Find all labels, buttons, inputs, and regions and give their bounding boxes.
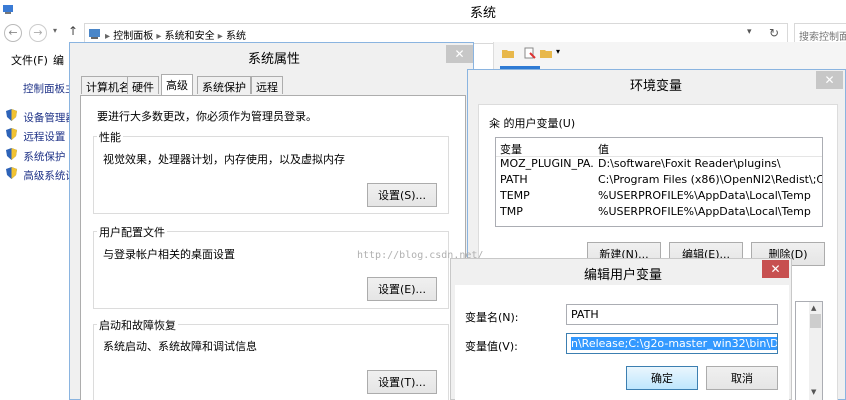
system-vars-list[interactable]: ▲ ▼ (795, 301, 823, 400)
control-panel-icon (89, 29, 100, 39)
shield-icon (6, 109, 17, 121)
shield-icon (6, 148, 17, 160)
startup-recovery-desc: 系统启动、系统故障和调试信息 (103, 340, 257, 353)
var-name: MOZ_PLUGIN_PA... (500, 157, 594, 170)
dialog-title: 环境变量 (630, 79, 683, 94)
ok-button[interactable]: 确定 (626, 366, 698, 390)
up-button[interactable]: ↑ (68, 24, 78, 38)
address-dropdown-icon[interactable]: ▾ (747, 27, 752, 37)
dialog-title: 系统属性 (248, 52, 301, 67)
user-vars-label: 籴 的用户变量(U) (489, 117, 576, 130)
var-name: TEMP (500, 189, 530, 202)
folder-icon (502, 50, 514, 58)
system-properties-dialog: 系统属性 ✕ 计算机名 硬件 高级 系统保护 远程 要进行大多数更改，你必须作为… (69, 42, 474, 400)
dialog-titlebar: 系统属性 ✕ (70, 43, 473, 69)
close-button[interactable]: ✕ (816, 71, 843, 89)
breadcrumb-sep-icon: ▸ (105, 31, 114, 42)
table-row[interactable]: TMP %USERPROFILE%\AppData\Local\Temp (496, 204, 822, 220)
table-row[interactable]: MOZ_PLUGIN_PA... D:\software\Foxit Reade… (496, 156, 822, 172)
table-row[interactable]: TEMP %USERPROFILE%\AppData\Local\Temp (496, 188, 822, 204)
admin-note: 要进行大多数更改，你必须作为管理员登录。 (97, 110, 317, 123)
tab-remote[interactable]: 远程 (251, 76, 283, 94)
breadcrumb-item[interactable]: 控制面板 (113, 31, 153, 42)
background-window: ▾ (493, 42, 846, 72)
tab-system-protection[interactable]: 系统保护 (197, 76, 251, 94)
scroll-up-icon[interactable]: ▲ (811, 304, 816, 312)
close-button[interactable]: ✕ (446, 45, 473, 63)
tab-hardware[interactable]: 硬件 (127, 76, 159, 94)
app-icon (3, 5, 13, 14)
breadcrumb-item[interactable]: 系统 (226, 31, 246, 42)
refresh-icon[interactable]: ↻ (769, 26, 779, 40)
var-value: D:\software\Foxit Reader\plugins\ (598, 157, 781, 170)
var-value: C:\Program Files (x86)\OpenNI2\Redist\;C… (598, 173, 822, 186)
breadcrumb-item[interactable]: 系统和安全 (165, 31, 215, 42)
table-row[interactable]: PATH C:\Program Files (x86)\OpenNI2\Redi… (496, 172, 822, 188)
var-name: PATH (500, 173, 528, 186)
dialog-titlebar: 编辑用户变量 ✕ (451, 259, 791, 285)
var-value: %USERPROFILE%\AppData\Local\Temp (598, 205, 811, 218)
startup-recovery-label: 启动和故障恢复 (97, 317, 178, 333)
tab-strip: 计算机名 硬件 高级 系统保护 远程 (79, 74, 469, 96)
sidebar-item-label: 远程设置 (23, 131, 66, 143)
search-input[interactable]: 搜索控制面 (794, 23, 846, 44)
var-name: TMP (500, 205, 523, 218)
shield-icon (6, 167, 17, 179)
scroll-thumb[interactable] (810, 314, 821, 328)
sidebar-item-label: 系统保护 (23, 151, 66, 163)
breadcrumb-sep-icon: ▸ (156, 31, 165, 42)
column-header-value[interactable]: 值 (598, 141, 609, 157)
sidebar-item-label: 设备管理器 (23, 112, 76, 124)
shield-icon (6, 128, 17, 140)
sidebar-item-remote-settings[interactable]: 远程设置 (6, 128, 65, 144)
forward-button[interactable]: → (29, 24, 47, 42)
var-value: %USERPROFILE%\AppData\Local\Temp (598, 189, 811, 202)
performance-desc: 视觉效果，处理器计划，内存使用，以及虚拟内存 (103, 153, 345, 166)
var-name-label: 变量名(N): (465, 311, 519, 324)
column-header-name[interactable]: 变量 (500, 141, 522, 157)
new-folder-icon (540, 50, 552, 58)
breadcrumb: ▸ 控制面板 ▸ 系统和安全 ▸ 系统 (105, 27, 246, 42)
sidebar-item-device-manager[interactable]: 设备管理器 (6, 109, 76, 125)
cancel-button[interactable]: 取消 (706, 366, 778, 390)
qat-dropdown-icon[interactable]: ▾ (556, 47, 560, 56)
var-value-label: 变量值(V): (465, 340, 518, 353)
window-title: 系统 (470, 6, 497, 21)
back-button[interactable]: ← (4, 24, 22, 42)
tab-advanced[interactable]: 高级 (161, 74, 193, 95)
breadcrumb-sep-icon: ▸ (217, 31, 226, 42)
var-value-field[interactable]: n\Release;C:\g2o-master_win32\bin\Debug; (566, 333, 778, 354)
edit-user-variable-dialog: 编辑用户变量 ✕ 变量名(N): PATH 变量值(V): n\Release;… (450, 258, 792, 400)
list-header: 变量 值 (496, 140, 822, 157)
sidebar-item-label: 高级系统设 (23, 170, 76, 182)
explorer-titlebar: 系统 (0, 0, 846, 21)
sidebar-item-system-protection[interactable]: 系统保护 (6, 148, 65, 164)
close-button[interactable]: ✕ (762, 260, 789, 278)
user-profiles-desc: 与登录帐户相关的桌面设置 (103, 248, 235, 261)
performance-label: 性能 (97, 129, 123, 145)
dialog-titlebar: 环境变量 ✕ (468, 70, 846, 96)
user-vars-list[interactable]: 变量 值 MOZ_PLUGIN_PA... D:\software\Foxit … (495, 137, 823, 227)
properties-icon (524, 47, 536, 59)
sidebar-item-advanced-settings[interactable]: 高级系统设 (6, 167, 76, 183)
dialog-title: 编辑用户变量 (584, 268, 663, 283)
startup-recovery-settings-button[interactable]: 设置(T)... (367, 370, 437, 394)
sidebar: 控制面板主 设备管理器 远程设置 系统保护 高级系统设 (0, 70, 76, 400)
menu-edit[interactable]: 编 (53, 52, 64, 68)
tab-panel: 要进行大多数更改，你必须作为管理员登录。 性能 视觉效果，处理器计划，内存使用，… (80, 95, 466, 400)
scroll-down-icon[interactable]: ▼ (811, 388, 816, 396)
edit-panel: 变量名(N): PATH 变量值(V): n\Release;C:\g2o-ma… (455, 285, 789, 400)
menu-file[interactable]: 文件(F) (11, 52, 48, 68)
history-dropdown-icon[interactable]: ▾ (53, 26, 57, 35)
user-profiles-label: 用户配置文件 (97, 224, 167, 240)
var-name-field[interactable]: PATH (566, 304, 778, 325)
selected-text: n\Release;C:\g2o-master_win32\bin\Debug; (571, 337, 777, 350)
performance-settings-button[interactable]: 设置(S)... (367, 183, 437, 207)
user-profiles-settings-button[interactable]: 设置(E)... (367, 277, 437, 301)
address-bar[interactable]: ▸ 控制面板 ▸ 系统和安全 ▸ 系统 ▾ ↻ (84, 23, 788, 44)
sidebar-header[interactable]: 控制面板主 (23, 81, 76, 96)
scrollbar[interactable]: ▲ ▼ (809, 302, 822, 400)
